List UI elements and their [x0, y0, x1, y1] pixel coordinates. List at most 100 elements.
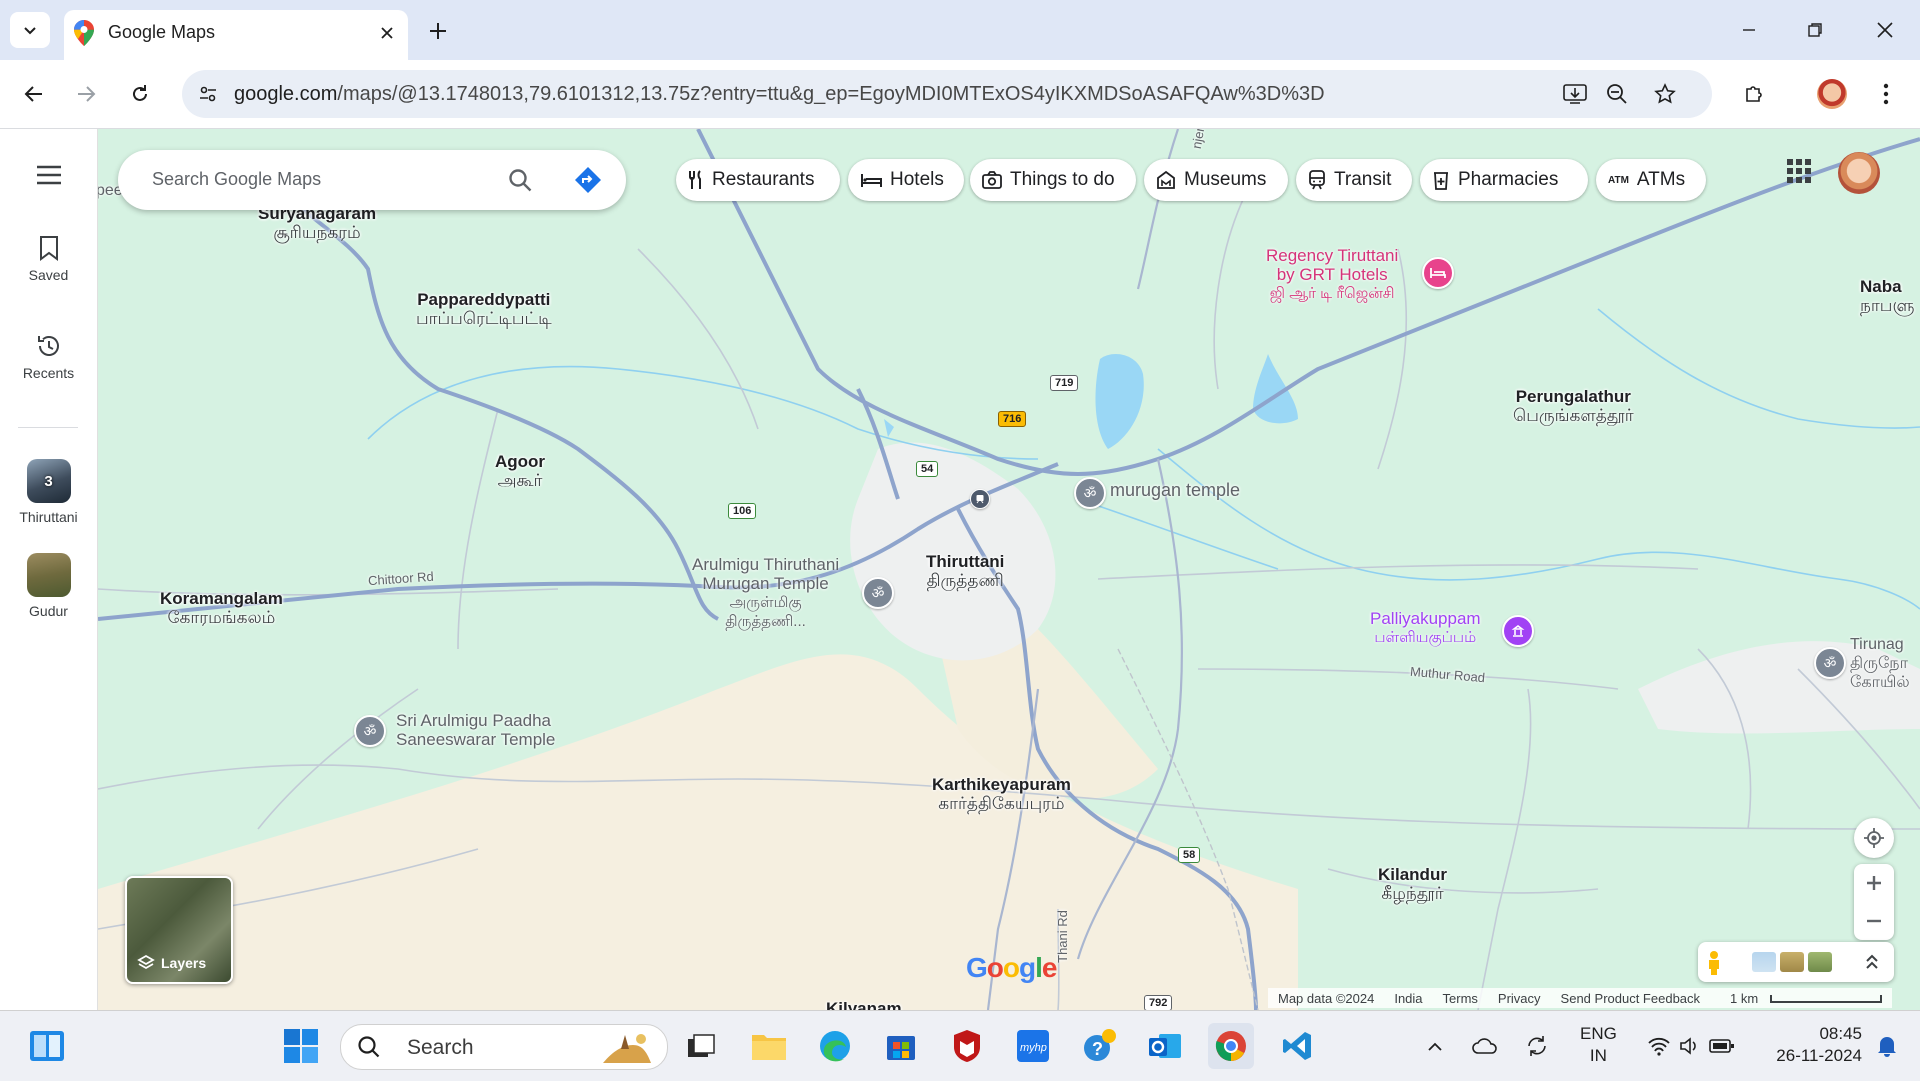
- active-tab[interactable]: Google Maps: [64, 10, 408, 60]
- chip-restaurants[interactable]: Restaurants: [676, 159, 840, 201]
- place-label-kilandur[interactable]: Kilandur கீழந்தூர்: [1378, 865, 1447, 903]
- notifications-button[interactable]: [1872, 1023, 1902, 1069]
- poi-label-tirunag[interactable]: Tirunag திருநாே கோயில்: [1850, 635, 1910, 692]
- tab-search-button[interactable]: [10, 12, 50, 48]
- privacy-link[interactable]: Privacy: [1488, 991, 1551, 1006]
- chrome-button[interactable]: [1208, 1023, 1254, 1069]
- zoom-in-button[interactable]: [1866, 864, 1882, 902]
- quick-settings-button[interactable]: [1636, 1023, 1746, 1069]
- microsoft-store-button[interactable]: [878, 1023, 924, 1069]
- saved-label: Saved: [28, 267, 69, 283]
- route-shield: 106: [728, 503, 757, 519]
- start-button[interactable]: [278, 1023, 324, 1069]
- place-label-thiruttani[interactable]: Thiruttani திருத்தணி: [926, 552, 1004, 590]
- country-link[interactable]: India: [1384, 991, 1432, 1006]
- chip-museums[interactable]: Museums: [1144, 159, 1288, 201]
- zoom-out-button[interactable]: [1866, 902, 1882, 940]
- saved-button[interactable]: Saved: [0, 235, 97, 283]
- place-label-pappareddypatti[interactable]: Pappareddypatti பாப்பரெட்டிபட்டி: [416, 290, 552, 328]
- google-account-avatar[interactable]: [1838, 152, 1880, 194]
- menu-button[interactable]: [0, 165, 97, 191]
- extensions-button[interactable]: [1734, 74, 1774, 114]
- cloud-icon: [1472, 1038, 1497, 1054]
- vscode-button[interactable]: [1274, 1023, 1320, 1069]
- poi-label-palliyakuppam[interactable]: Palliyakuppam பள்ளியகுப்பம்: [1370, 609, 1481, 647]
- bookmark-star-button[interactable]: [1650, 79, 1680, 109]
- poi-pin-palliyakuppam[interactable]: [1502, 615, 1534, 647]
- place-label-koramangalam[interactable]: Koramangalam கோரமங்கலம்: [160, 589, 283, 627]
- imagery-tile-satellite[interactable]: [1808, 952, 1832, 972]
- poi-label-regency-tiruttani[interactable]: Regency Tiruttani by GRT Hotels ஜி ஆர் ட…: [1266, 246, 1398, 303]
- chip-pharmacies[interactable]: Pharmacies: [1420, 159, 1588, 201]
- poi-pin-arulmigu-temple[interactable]: ॐ: [862, 577, 894, 609]
- pegman-button[interactable]: [1706, 950, 1722, 981]
- edge-button[interactable]: [812, 1023, 858, 1069]
- google-apps-button[interactable]: [1786, 158, 1812, 184]
- recent-place-thiruttani[interactable]: 3 Thiruttani: [0, 459, 97, 525]
- poi-pin-tirunag-temple[interactable]: ॐ: [1814, 647, 1846, 679]
- feedback-link[interactable]: Send Product Feedback: [1551, 991, 1710, 1006]
- place-label-karthikeyapuram[interactable]: Karthikeyapuram கார்த்திகேயபுரம்: [932, 775, 1071, 813]
- place-label-perungalathur[interactable]: Perungalathur பெருங்களத்தூர்: [1513, 387, 1634, 425]
- mcafee-button[interactable]: [944, 1023, 990, 1069]
- chip-transit[interactable]: Transit: [1296, 159, 1412, 201]
- site-info-button[interactable]: [192, 78, 224, 110]
- widgets-button[interactable]: [24, 1023, 70, 1069]
- restore-button[interactable]: [1790, 12, 1840, 48]
- recent-place-thumbnail: 3: [26, 459, 71, 503]
- chip-things-to-do[interactable]: Things to do: [970, 159, 1136, 201]
- zoom-button[interactable]: [1602, 79, 1632, 109]
- imagery-tile-sky[interactable]: [1752, 952, 1776, 972]
- apps-grid-icon: [1787, 159, 1811, 183]
- taskbar-search[interactable]: Search: [340, 1024, 668, 1070]
- directions-button[interactable]: [570, 162, 606, 198]
- star-icon: [1654, 83, 1676, 104]
- new-tab-button[interactable]: [420, 14, 456, 48]
- search-button[interactable]: [502, 162, 538, 198]
- poi-label-murugan-temple[interactable]: murugan temple: [1110, 481, 1240, 500]
- svg-text:?: ?: [1092, 1039, 1103, 1059]
- sync-tray-icon[interactable]: [1520, 1023, 1554, 1069]
- close-window-button[interactable]: [1860, 12, 1910, 48]
- file-explorer-button[interactable]: [746, 1023, 792, 1069]
- expand-imagery-button[interactable]: [1864, 952, 1880, 977]
- address-bar[interactable]: google.com/maps/@13.1748013,79.6101312,1…: [182, 70, 1712, 118]
- poi-label-paadha-temple[interactable]: Sri Arulmigu Paadha Saneeswarar Temple: [396, 711, 555, 749]
- chrome-menu-button[interactable]: [1866, 74, 1906, 114]
- input-language-indicator[interactable]: ENG IN: [1580, 1023, 1617, 1067]
- myhp-button[interactable]: myhp: [1010, 1023, 1056, 1069]
- recent-place-count: 3: [44, 473, 53, 490]
- profile-button[interactable]: [1812, 74, 1852, 114]
- map-canvas[interactable]: Suryanagaram சூரியநகரம் Pappareddypatti …: [98, 129, 1920, 1010]
- terms-link[interactable]: Terms: [1433, 991, 1488, 1006]
- chip-hotels[interactable]: Hotels: [848, 159, 964, 201]
- minimize-button[interactable]: [1724, 12, 1774, 48]
- tab-close-button[interactable]: [374, 20, 400, 46]
- outlook-button[interactable]: [1142, 1023, 1188, 1069]
- layers-button[interactable]: Layers: [125, 876, 233, 984]
- forward-button[interactable]: [66, 74, 106, 114]
- place-label-naba[interactable]: Naba நாபளு: [1860, 277, 1914, 315]
- get-help-button[interactable]: ?: [1076, 1023, 1122, 1069]
- poi-pin-murugan-temple[interactable]: ॐ: [1074, 477, 1106, 509]
- train-station-marker[interactable]: [970, 489, 990, 509]
- clock[interactable]: 08:45 26-11-2024: [1762, 1023, 1862, 1067]
- scale-control[interactable]: 1 km: [1710, 991, 1892, 1006]
- onedrive-tray-icon[interactable]: [1468, 1023, 1502, 1069]
- place-label-agoor[interactable]: Agoor அகூர்: [495, 452, 545, 490]
- task-view-button[interactable]: [678, 1023, 724, 1069]
- search-input[interactable]: [150, 168, 484, 191]
- poi-pin-paadha-temple[interactable]: ॐ: [354, 715, 386, 747]
- reload-button[interactable]: [120, 74, 160, 114]
- imagery-tile-terrain[interactable]: [1780, 952, 1804, 972]
- recent-place-gudur[interactable]: Gudur: [0, 553, 97, 619]
- my-location-button[interactable]: [1854, 818, 1894, 858]
- poi-label-arulmigu-thiruthani[interactable]: Arulmigu Thiruthani Murugan Temple அருள்…: [692, 555, 839, 631]
- install-app-button[interactable]: [1560, 79, 1590, 109]
- place-label-kilyanam[interactable]: Kilyanam: [826, 999, 902, 1010]
- chip-atms[interactable]: ATM ATMs: [1596, 159, 1706, 201]
- show-hidden-icons-button[interactable]: [1420, 1023, 1450, 1069]
- poi-pin-hotel[interactable]: [1422, 257, 1454, 289]
- recents-button[interactable]: Recents: [0, 333, 97, 381]
- back-button[interactable]: [14, 74, 54, 114]
